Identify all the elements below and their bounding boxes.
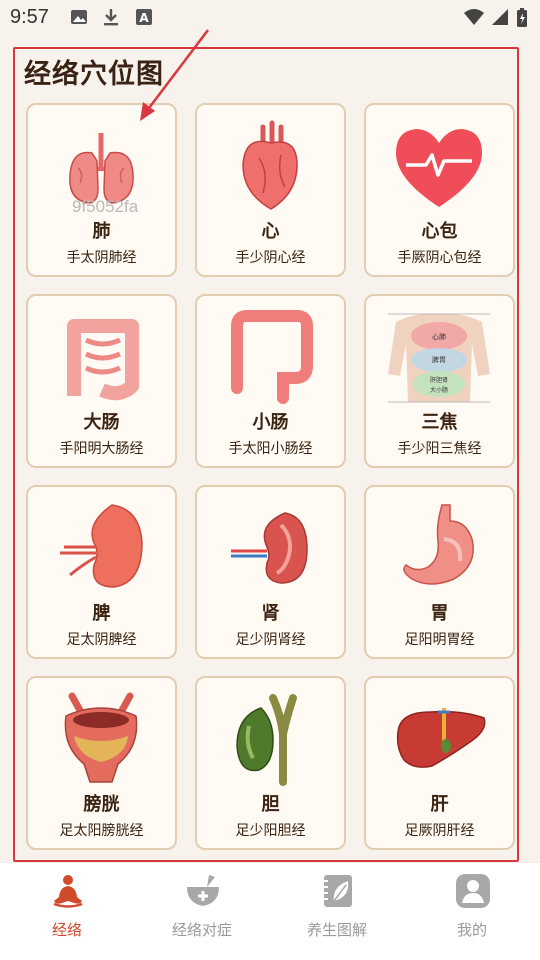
nav-label: 养生图解 <box>306 921 367 939</box>
download-icon <box>104 9 118 26</box>
user-icon <box>456 874 490 908</box>
nav-label: 经络对症 <box>171 921 232 939</box>
nav-label: 我的 <box>456 921 487 939</box>
signal-icon <box>492 9 508 25</box>
battery-charging-icon <box>517 8 527 27</box>
mortar-icon <box>187 875 219 906</box>
status-bar: 9:57 A <box>0 0 540 36</box>
nav-meridian[interactable]: 经络 <box>17 873 117 953</box>
meditation-icon <box>53 875 83 908</box>
nav-health-illustrated[interactable]: 养生图解 <box>287 873 387 953</box>
notebook-leaf-icon <box>322 875 352 907</box>
image-icon <box>71 10 87 24</box>
nav-mine[interactable]: 我的 <box>422 873 522 953</box>
bottom-nav: 经络 经络对症 养生图解 我的 <box>0 862 540 960</box>
annotation-frame <box>13 47 519 862</box>
nav-meridian-symptoms[interactable]: 经络对症 <box>152 873 252 953</box>
status-time: 9:57 <box>10 6 49 28</box>
nav-label: 经络 <box>51 921 82 939</box>
svg-text:A: A <box>139 11 149 25</box>
wifi-icon <box>464 9 484 25</box>
font-icon: A <box>136 9 152 25</box>
